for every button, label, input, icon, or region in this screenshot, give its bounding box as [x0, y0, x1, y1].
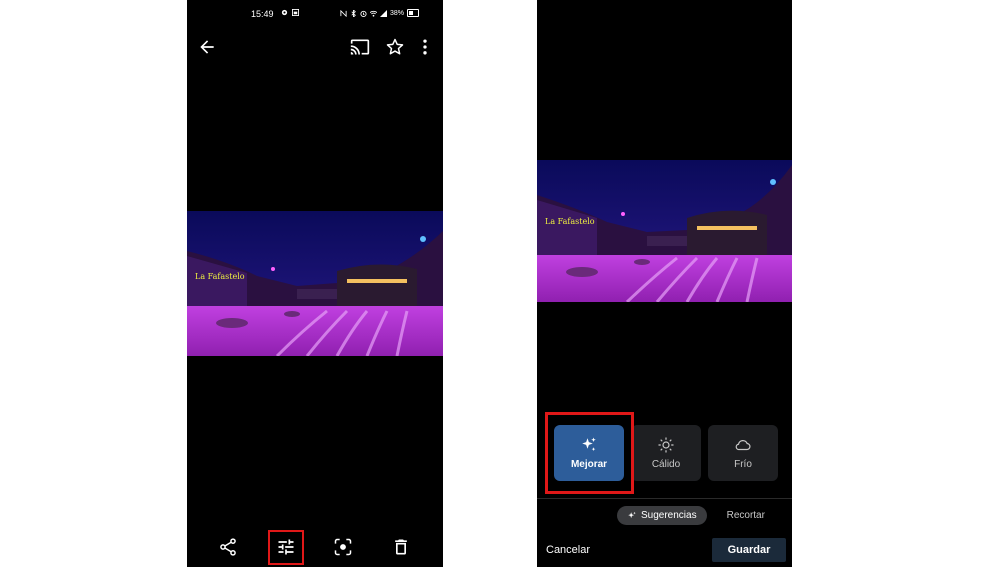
svg-text:La Fafastelo: La Fafastelo: [195, 272, 245, 281]
battery-icon: [407, 9, 420, 17]
status-time: 15:49: [251, 9, 274, 19]
more-vert-icon[interactable]: [415, 37, 435, 57]
tab-label: Sugerencias: [641, 510, 697, 521]
star-icon[interactable]: [385, 37, 405, 57]
cloud-icon: [735, 440, 751, 451]
bluetooth-icon: [351, 9, 356, 17]
svg-text:La Fafastelo: La Fafastelo: [545, 217, 595, 226]
photo-image: La Fafastelo: [187, 211, 443, 356]
battery-percent: 38%: [390, 9, 405, 17]
action-bar: [187, 533, 443, 561]
divider: [537, 498, 792, 499]
suggestion-warm[interactable]: Cálido: [631, 425, 701, 481]
sparkle-icon: [628, 511, 636, 518]
alarm-icon: [360, 10, 367, 17]
nfc-icon: [340, 9, 347, 17]
suggestion-label: Frío: [734, 459, 752, 470]
tab-suggestions[interactable]: Sugerencias: [617, 506, 707, 525]
wifi-icon: [370, 10, 377, 17]
cast-icon[interactable]: [350, 37, 370, 57]
trash-icon[interactable]: [391, 537, 411, 557]
edit-highlight-box: [268, 530, 304, 565]
suggestion-cool[interactable]: Frío: [708, 425, 778, 481]
editor-tabs: Sugerencias Recortar: [617, 506, 765, 525]
enhance-highlight-box: [545, 412, 634, 494]
photo-viewer-screen: 15:49 38% La Fafastelo: [187, 0, 443, 567]
save-button[interactable]: Guardar: [712, 538, 786, 562]
arrow-back-icon[interactable]: [197, 37, 217, 57]
sun-icon: [658, 437, 674, 453]
cancel-button[interactable]: Cancelar: [546, 544, 590, 556]
photo-editor-screen: La Fafastelo Mejorar Cálido Frío Sugeren…: [537, 0, 792, 567]
photo-image: La Fafastelo: [537, 160, 792, 302]
tab-crop[interactable]: Recortar: [727, 510, 765, 521]
suggestion-label: Cálido: [651, 459, 681, 470]
status-bar: 15:49 38%: [187, 8, 443, 22]
gallery-status-icon: [292, 9, 299, 16]
signal-icon: [380, 9, 387, 17]
gear-status-icon: [281, 9, 288, 16]
share-icon[interactable]: [218, 537, 238, 557]
lens-icon[interactable]: [333, 537, 353, 557]
